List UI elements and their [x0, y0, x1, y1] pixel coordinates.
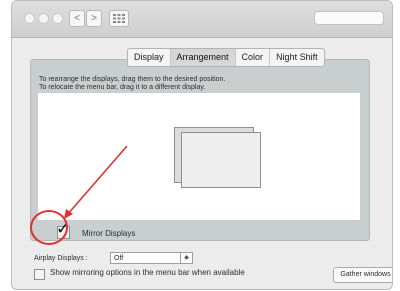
- annotation-arrow: [64, 145, 128, 219]
